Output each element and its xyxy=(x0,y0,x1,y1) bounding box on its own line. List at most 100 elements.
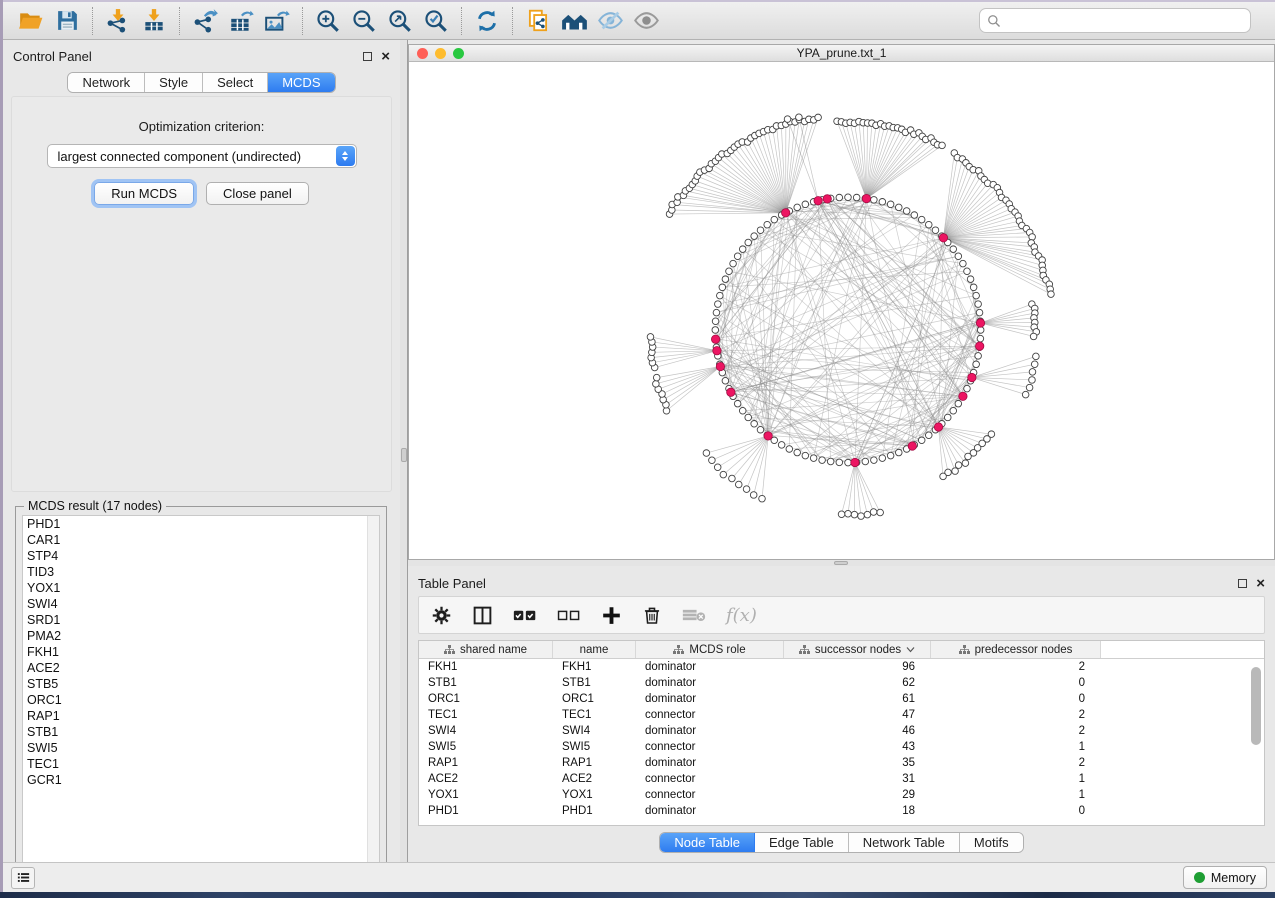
mcds-result-item[interactable]: GCR1 xyxy=(23,772,379,788)
memory-button[interactable]: Memory xyxy=(1183,866,1267,889)
run-mcds-button[interactable]: Run MCDS xyxy=(94,182,194,205)
mcds-result-item[interactable]: STB1 xyxy=(23,724,379,740)
table-row[interactable]: STB1STB1dominator620 xyxy=(419,675,1264,691)
result-list-scrollbar[interactable] xyxy=(367,516,379,870)
save-icon xyxy=(55,8,80,33)
add-icon[interactable] xyxy=(601,605,622,626)
table-cell: 46 xyxy=(784,723,931,739)
column-header-name[interactable]: name xyxy=(553,641,636,658)
network-search-box[interactable] xyxy=(979,8,1251,33)
table-row[interactable]: ACE2ACE2connector311 xyxy=(419,771,1264,787)
zoom-in-button[interactable] xyxy=(310,5,346,37)
show-all-button[interactable] xyxy=(628,5,664,37)
column-label: MCDS role xyxy=(689,644,745,656)
mcds-result-item[interactable]: TID3 xyxy=(23,564,379,580)
toolbar-separator xyxy=(461,7,462,35)
function-builder-icon[interactable]: f(x) xyxy=(726,605,757,626)
table-type-tabs: Node TableEdge TableNetwork TableMotifs xyxy=(408,832,1275,853)
tab-style[interactable]: Style xyxy=(145,73,203,92)
select-all-icon[interactable] xyxy=(513,606,537,624)
zoom-fit-button[interactable] xyxy=(382,5,418,37)
table-cell: FKH1 xyxy=(553,659,636,675)
table-row[interactable]: FKH1FKH1dominator962 xyxy=(419,659,1264,675)
float-panel-icon[interactable] xyxy=(363,52,372,61)
show-hide-columns-icon[interactable] xyxy=(472,605,493,626)
export-network-button[interactable] xyxy=(187,5,223,37)
vertical-splitter[interactable] xyxy=(400,40,408,862)
toolbar-separator xyxy=(302,7,303,35)
zoom-out-button[interactable] xyxy=(346,5,382,37)
close-panel-icon[interactable]: × xyxy=(381,52,390,61)
tab-node-table[interactable]: Node Table xyxy=(660,833,755,852)
mcds-result-item[interactable]: PHD1 xyxy=(23,516,379,532)
float-panel-icon[interactable] xyxy=(1238,579,1247,588)
mcds-result-item[interactable]: ACE2 xyxy=(23,660,379,676)
zoom-selected-button[interactable] xyxy=(418,5,454,37)
table-row[interactable]: PHD1PHD1dominator180 xyxy=(419,803,1264,819)
table-cell: dominator xyxy=(636,691,784,707)
deselect-all-icon[interactable] xyxy=(557,606,581,624)
table-row[interactable]: SWI4SWI4dominator462 xyxy=(419,723,1264,739)
table-row[interactable]: SWI5SWI5connector431 xyxy=(419,739,1264,755)
mcds-result-item[interactable]: SRD1 xyxy=(23,612,379,628)
mcds-result-list[interactable]: PHD1CAR1STP4TID3YOX1SWI4SRD1PMA2FKH1ACE2… xyxy=(22,515,380,871)
mcds-result-item[interactable]: STP4 xyxy=(23,548,379,564)
export-image-button[interactable] xyxy=(259,5,295,37)
import-network-button[interactable] xyxy=(100,5,136,37)
hide-selected-button[interactable] xyxy=(592,5,628,37)
export-table-button[interactable] xyxy=(223,5,259,37)
tab-mcds[interactable]: MCDS xyxy=(268,73,334,92)
mcds-result-item[interactable]: SWI4 xyxy=(23,596,379,612)
mcds-result-item[interactable]: YOX1 xyxy=(23,580,379,596)
table-settings-icon[interactable] xyxy=(431,605,452,626)
mcds-result-item[interactable]: FKH1 xyxy=(23,644,379,660)
tab-edge-table[interactable]: Edge Table xyxy=(755,833,849,852)
search-input[interactable] xyxy=(1006,14,1243,28)
column-header-mcds-role[interactable]: MCDS role xyxy=(636,641,784,658)
refresh-view-button[interactable] xyxy=(469,5,505,37)
table-cell: YOX1 xyxy=(419,787,553,803)
table-scrollbar[interactable] xyxy=(1251,663,1261,821)
import-table-button[interactable] xyxy=(136,5,172,37)
column-header-shared-name[interactable]: shared name xyxy=(419,641,553,658)
table-row[interactable]: YOX1YOX1connector291 xyxy=(419,787,1264,803)
table-row[interactable]: TEC1TEC1connector472 xyxy=(419,707,1264,723)
open-file-button[interactable] xyxy=(13,5,49,37)
column-header-predecessor-nodes[interactable]: predecessor nodes xyxy=(931,641,1101,658)
clone-network-icon xyxy=(525,8,551,34)
mcds-result-item[interactable]: CAR1 xyxy=(23,532,379,548)
criterion-dropdown[interactable]: largest connected component (undirected) xyxy=(47,144,357,168)
network-graph-canvas[interactable] xyxy=(409,62,1274,559)
close-panel-button[interactable]: Close panel xyxy=(206,182,309,205)
table-cell: 1 xyxy=(931,771,1101,787)
first-neighbors-button[interactable] xyxy=(556,5,592,37)
clear-table-icon[interactable] xyxy=(682,606,706,624)
table-row[interactable]: RAP1RAP1dominator352 xyxy=(419,755,1264,771)
table-cell: 96 xyxy=(784,659,931,675)
mcds-result-item[interactable]: SWI5 xyxy=(23,740,379,756)
table-cell: connector xyxy=(636,771,784,787)
criterion-selected-value: largest connected component (undirected) xyxy=(58,149,302,164)
table-row[interactable]: ORC1ORC1dominator610 xyxy=(419,691,1264,707)
column-header-successor-nodes[interactable]: successor nodes xyxy=(784,641,931,658)
mcds-result-item[interactable]: TEC1 xyxy=(23,756,379,772)
save-session-button[interactable] xyxy=(49,5,85,37)
tab-network-table[interactable]: Network Table xyxy=(849,833,960,852)
clone-network-button[interactable] xyxy=(520,5,556,37)
splitter-handle[interactable] xyxy=(401,448,407,462)
mcds-result-item[interactable]: STB5 xyxy=(23,676,379,692)
mcds-result-item[interactable]: PMA2 xyxy=(23,628,379,644)
mcds-result-item[interactable]: ORC1 xyxy=(23,692,379,708)
table-cell: STB1 xyxy=(419,675,553,691)
mcds-result-item[interactable]: RAP1 xyxy=(23,708,379,724)
delete-icon[interactable] xyxy=(642,605,662,626)
tab-motifs[interactable]: Motifs xyxy=(960,833,1023,852)
scrollbar-thumb[interactable] xyxy=(1251,667,1261,745)
close-panel-icon[interactable]: × xyxy=(1256,579,1265,588)
tab-select[interactable]: Select xyxy=(203,73,268,92)
show-panels-button[interactable] xyxy=(11,867,35,889)
tab-network[interactable]: Network xyxy=(68,73,145,92)
splitter-handle[interactable] xyxy=(834,561,848,565)
table-cell: 0 xyxy=(931,803,1101,819)
network-titlebar[interactable]: YPA_prune.txt_1 xyxy=(409,45,1274,62)
